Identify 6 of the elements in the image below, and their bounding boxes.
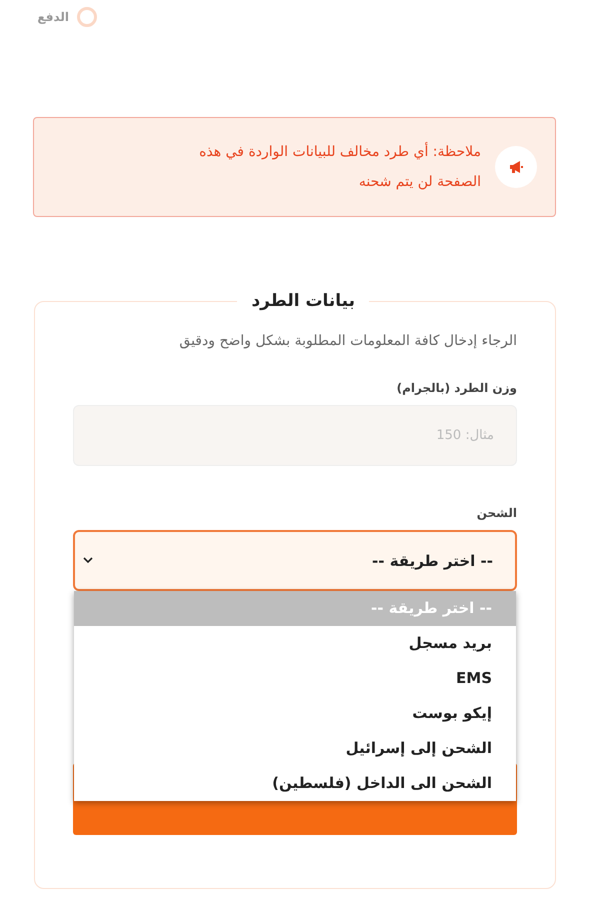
step-label: الدفع — [37, 10, 69, 24]
field-label: الشحن — [476, 506, 517, 520]
section-title: بيانات الطرد — [250, 291, 356, 311]
notice-text: ملاحظة: أي طرد مخالف للبيانات الواردة في هذه الصفحة لن يتم شحنه — [198, 141, 481, 192]
section-description: الرجاء إدخال كافة المعلومات المطلوبة بشكل واضح ودقيق — [178, 333, 517, 349]
field-label: وزن الطرد (بالجرام) — [396, 381, 517, 395]
